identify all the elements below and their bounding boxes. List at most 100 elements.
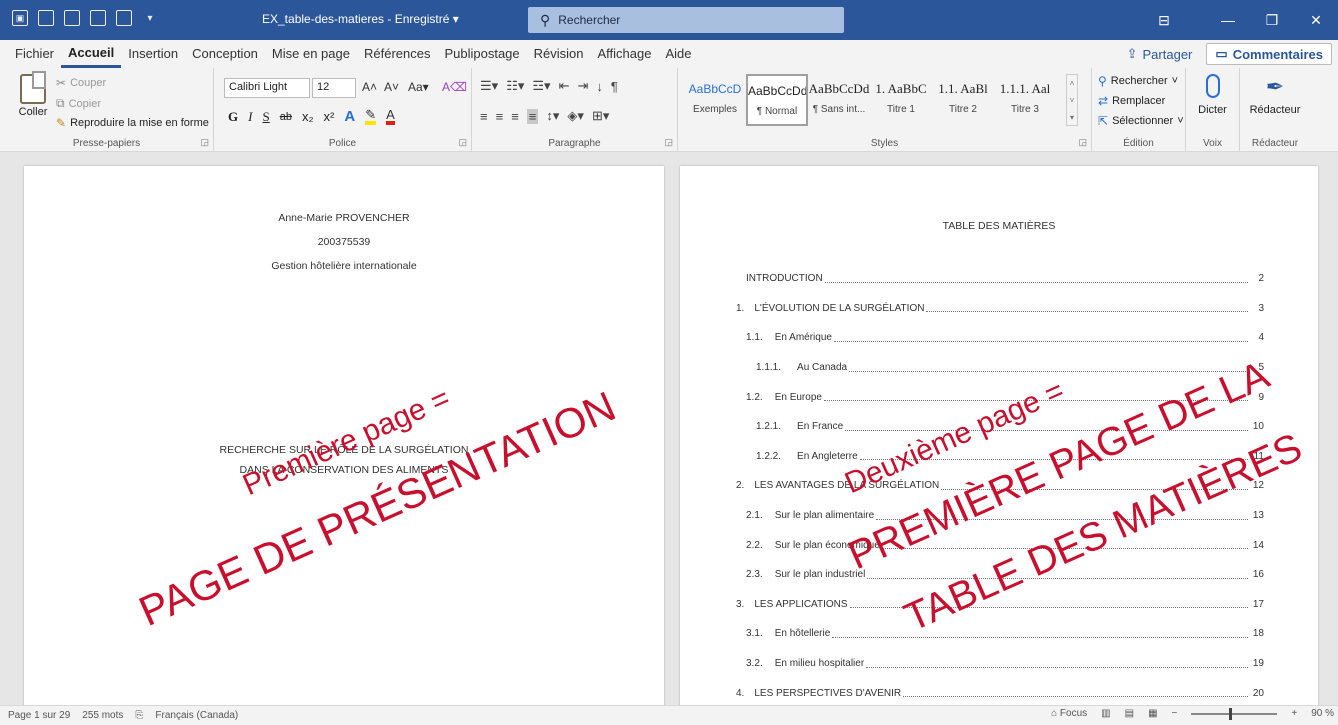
print-layout-icon[interactable]: ▤ [1125, 708, 1134, 719]
align-right-icon[interactable]: ≡ [511, 109, 519, 124]
dialog-launcher-icon[interactable]: ◲ [200, 137, 209, 148]
italic-button[interactable]: I [248, 109, 252, 125]
zoom-level[interactable]: 90 % [1311, 708, 1334, 719]
style-titre-1[interactable]: 1. AaBbC Titre 1 [870, 74, 932, 126]
ribbon-display-options-icon[interactable]: ⊟ [1142, 0, 1186, 40]
web-layout-icon[interactable]: ▦ [1148, 708, 1157, 719]
share-button[interactable]: ⇪ Partager [1119, 43, 1201, 65]
proofing-icon[interactable]: ⎘ [135, 710, 143, 721]
document-canvas[interactable]: Anne-Marie PROVENCHER 200375539 Gestion … [0, 152, 1338, 705]
tab-affichage[interactable]: Affichage [591, 40, 659, 68]
toc-entry[interactable]: 4. LES PERSPECTIVES D'AVENIR 20 [736, 678, 1264, 705]
minimize-icon[interactable]: — [1206, 0, 1250, 40]
tab-references[interactable]: Références [357, 40, 437, 68]
shrink-font-icon[interactable]: A˅ [384, 80, 399, 94]
toc-entry[interactable]: 3. LES APPLICATIONS 17 [736, 590, 1264, 620]
focus-button[interactable]: ⌂ Focus [1051, 708, 1087, 719]
toc-entry[interactable]: 3.1. En hôtellerie 18 [736, 619, 1264, 649]
customize-qat-chevron-icon[interactable]: ▾ [142, 10, 158, 26]
clear-formatting-icon[interactable]: A⌫ [442, 80, 467, 94]
dialog-launcher-icon[interactable]: ◲ [664, 137, 673, 148]
change-case-icon[interactable]: Aa▾ [408, 80, 429, 94]
tab-accueil[interactable]: Accueil [61, 40, 122, 68]
page-count[interactable]: Page 1 sur 29 [8, 710, 70, 721]
toc-entry[interactable]: 2. LES AVANTAGES DE LA SURGÉLATION 12 [736, 471, 1264, 501]
style-sans-interligne[interactable]: AaBbCcDd ¶ Sans int... [808, 74, 870, 126]
image-icon[interactable] [90, 10, 106, 26]
tab-publipostage[interactable]: Publipostage [437, 40, 526, 68]
increase-indent-icon[interactable]: ⇥ [577, 78, 588, 94]
tab-conception[interactable]: Conception [185, 40, 265, 68]
toc-entry[interactable]: 2.2. Sur le plan économique 14 [736, 530, 1264, 560]
align-center-icon[interactable]: ≡ [496, 109, 504, 124]
toc-entry[interactable]: 1.2. En Europe 9 [736, 382, 1264, 412]
style-titre-3[interactable]: 1.1.1. Aal Titre 3 [994, 74, 1056, 126]
numbering-icon[interactable]: ☷▾ [506, 78, 524, 94]
shading-icon[interactable]: ◈▾ [567, 108, 584, 124]
document-title[interactable]: EX_table-des-matieres - Enregistré ▾ [262, 12, 459, 26]
toc-entry[interactable]: 1.1.1. Au Canada 5 [736, 353, 1264, 383]
superscript-icon[interactable]: x² [324, 109, 335, 124]
underline-button[interactable]: S [262, 109, 269, 125]
font-name-select[interactable]: Calibri Light [224, 78, 310, 98]
dialog-launcher-icon[interactable]: ◲ [1078, 137, 1087, 148]
toc-entry[interactable]: 1.2.1. En France 10 [736, 412, 1264, 442]
word-count[interactable]: 255 mots [82, 710, 123, 721]
search-box[interactable]: ⚲ Rechercher [528, 7, 844, 33]
read-mode-icon[interactable]: ▥ [1101, 708, 1110, 719]
grow-font-icon[interactable]: A˄ [362, 80, 377, 94]
page-2[interactable]: TABLE DES MATIÈRES INTRODUCTION 2 1. L'ÉVOL… [680, 166, 1318, 705]
toc-entry[interactable]: 2.1. Sur le plan alimentaire 13 [736, 501, 1264, 531]
align-left-icon[interactable]: ≡ [480, 109, 488, 124]
font-color-icon[interactable]: A [386, 108, 395, 125]
cut-button[interactable]: ✂ Couper [56, 76, 106, 90]
show-marks-icon[interactable]: ¶ [611, 79, 618, 94]
restore-icon[interactable]: ❐ [1250, 0, 1294, 40]
page-1[interactable]: Anne-Marie PROVENCHER 200375539 Gestion … [24, 166, 664, 705]
tab-insertion[interactable]: Insertion [121, 40, 185, 68]
toc-entry[interactable]: 1. L'ÉVOLUTION DE LA SURGÉLATION 3 [736, 294, 1264, 324]
bold-button[interactable]: G [228, 109, 238, 125]
style-normal[interactable]: AaBbCcDd ¶ Normal [746, 74, 808, 126]
bullets-icon[interactable]: ☰▾ [480, 78, 498, 94]
styles-scroll-buttons[interactable]: ˄ ˅ ▾ [1066, 74, 1078, 126]
format-painter-button[interactable]: ✎ Reproduire la mise en forme [56, 116, 209, 130]
replace-button[interactable]: ⇄ Remplacer [1098, 94, 1165, 108]
language[interactable]: Français (Canada) [155, 710, 238, 721]
multilevel-list-icon[interactable]: ☲▾ [532, 78, 550, 94]
text-effects-icon[interactable]: A [344, 108, 355, 125]
open-folder-icon[interactable] [64, 10, 80, 26]
decrease-indent-icon[interactable]: ⇤ [559, 78, 570, 94]
toc-entry[interactable]: 3.2. En milieu hospitalier 19 [736, 649, 1264, 679]
line-spacing-icon[interactable]: ↕▾ [546, 108, 559, 124]
comments-button[interactable]: ▭ Commentaires [1206, 43, 1332, 65]
select-button[interactable]: ⇱ Sélectionner ˅ [1098, 114, 1184, 128]
borders-icon[interactable]: ⊞▾ [592, 108, 609, 124]
font-size-select[interactable]: 12 [312, 78, 356, 98]
tab-fichier[interactable]: Fichier [8, 40, 61, 68]
zoom-out-icon[interactable]: − [1172, 708, 1178, 719]
strikethrough-icon[interactable]: ab [280, 111, 292, 123]
copy-button[interactable]: ⧉ Copier [56, 96, 101, 111]
editor-button[interactable]: ✒ Rédacteur [1240, 74, 1310, 116]
new-document-icon[interactable] [38, 10, 54, 26]
find-button[interactable]: ⚲ Rechercher ˅ [1098, 74, 1178, 88]
highlight-icon[interactable]: ✎ [365, 108, 377, 125]
justify-icon[interactable]: ≡ [526, 108, 539, 124]
tab-aide[interactable]: Aide [658, 40, 698, 68]
tab-revision[interactable]: Révision [527, 40, 591, 68]
zoom-in-icon[interactable]: + [1291, 708, 1297, 719]
tab-mise-en-page[interactable]: Mise en page [265, 40, 357, 68]
toc-entry[interactable]: 1.1. En Amérique 4 [736, 323, 1264, 353]
toc-entry[interactable]: 1.2.2. En Angleterre 11 [736, 442, 1264, 472]
toc-entry[interactable]: INTRODUCTION 2 [736, 264, 1264, 294]
zoom-slider[interactable] [1191, 707, 1278, 720]
toc-entry[interactable]: 2.3. Sur le plan industriel 16 [736, 560, 1264, 590]
subscript-icon[interactable]: x₂ [302, 109, 314, 124]
sort-icon[interactable]: ↓ [596, 79, 603, 94]
style-exemples[interactable]: AaBbCcD Exemples [684, 74, 746, 126]
save-icon[interactable]: ▣ [12, 10, 28, 26]
close-icon[interactable]: ✕ [1294, 0, 1338, 40]
print-preview-icon[interactable] [116, 10, 132, 26]
zoom-slider-thumb[interactable] [1229, 707, 1233, 720]
